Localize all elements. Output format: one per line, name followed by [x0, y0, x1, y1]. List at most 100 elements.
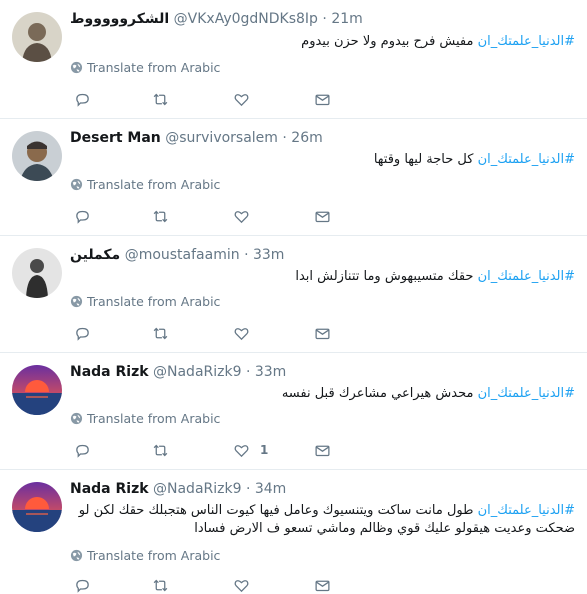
envelope-icon — [315, 328, 330, 339]
envelope-icon — [315, 94, 330, 105]
tweet[interactable]: مكملين @moustafaamin · 33m #الدنيا_علمتك… — [0, 236, 587, 353]
timestamp[interactable]: 21m — [331, 11, 362, 27]
message-button[interactable] — [314, 207, 331, 225]
avatar[interactable] — [12, 482, 62, 532]
message-button[interactable] — [314, 324, 331, 342]
avatar[interactable] — [12, 131, 62, 181]
heart-icon — [234, 93, 249, 106]
translate-label: Translate from Arabic — [87, 548, 221, 563]
separator-dot: · — [282, 130, 287, 146]
tweet-text: #الدنيا_علمتك_ان طول مانت ساكت ويتنسيوك … — [70, 502, 575, 538]
tweet-actions: 1 — [74, 441, 344, 459]
timestamp[interactable]: 33m — [253, 247, 284, 263]
tweet-body: محدش هيراعي مشاعرك قبل نفسه — [281, 386, 478, 401]
reply-button[interactable] — [74, 324, 91, 342]
avatar[interactable] — [12, 12, 62, 62]
tweet[interactable]: Desert Man @survivorsalem · 26m #الدنيا_… — [0, 119, 587, 236]
envelope-icon — [315, 211, 330, 222]
tweet-actions — [74, 207, 344, 225]
tweet[interactable]: الشكروووووط @VKxAy0gdNDKs8Ip · 21m #الدن… — [0, 0, 587, 119]
message-button[interactable] — [314, 90, 331, 108]
retweet-icon — [153, 93, 168, 105]
user-handle[interactable]: @survivorsalem — [165, 130, 278, 146]
retweet-icon — [153, 327, 168, 339]
tweet-body: حقك متسيبهوش وما تتنازلش ابدا — [295, 269, 478, 284]
timestamp[interactable]: 26m — [291, 130, 322, 146]
user-handle[interactable]: @NadaRizk9 — [153, 481, 242, 497]
globe-icon — [70, 61, 83, 74]
like-button[interactable] — [233, 324, 260, 342]
tweet-feed: الشكروووووط @VKxAy0gdNDKs8Ip · 21m #الدن… — [0, 0, 587, 593]
retweet-button[interactable] — [152, 90, 169, 108]
translate-label: Translate from Arabic — [87, 411, 221, 426]
timestamp[interactable]: 33m — [255, 364, 286, 380]
tweet-header: الشكروووووط @VKxAy0gdNDKs8Ip · 21m — [70, 9, 577, 29]
hashtag-link[interactable]: #الدنيا_علمتك_ان — [478, 152, 575, 167]
display-name[interactable]: Nada Rizk — [70, 364, 149, 380]
retweet-button[interactable] — [152, 207, 169, 225]
tweet-body: كل حاجة ليها وقتها — [373, 152, 478, 167]
tweet-header: مكملين @moustafaamin · 33m — [70, 245, 577, 265]
tweet-header: Nada Rizk @NadaRizk9 · 33m — [70, 362, 577, 382]
translate-link[interactable]: Translate from Arabic — [70, 60, 220, 76]
separator-dot: · — [322, 11, 327, 27]
message-button[interactable] — [314, 441, 331, 459]
display-name[interactable]: Nada Rizk — [70, 481, 149, 497]
separator-dot: · — [245, 364, 251, 380]
hashtag-link[interactable]: #الدنيا_علمتك_ان — [478, 34, 575, 49]
retweet-button[interactable] — [152, 576, 169, 594]
hashtag-link[interactable]: #الدنيا_علمتك_ان — [478, 269, 575, 284]
retweet-icon — [153, 579, 168, 591]
like-button[interactable]: 1 — [233, 441, 268, 459]
translate-link[interactable]: Translate from Arabic — [70, 177, 220, 193]
translate-label: Translate from Arabic — [87, 177, 221, 192]
tweet[interactable]: Nada Rizk @NadaRizk9 · 34m #الدنيا_علمتك… — [0, 470, 587, 593]
display-name[interactable]: مكملين — [70, 247, 120, 263]
tweet-actions — [74, 324, 344, 342]
like-button[interactable] — [233, 90, 260, 108]
reply-button[interactable] — [74, 90, 91, 108]
retweet-button[interactable] — [152, 324, 169, 342]
user-handle[interactable]: @NadaRizk9 — [153, 364, 242, 380]
display-name[interactable]: الشكروووووط — [70, 11, 169, 27]
globe-icon — [70, 178, 83, 191]
heart-icon — [234, 444, 249, 457]
translate-link[interactable]: Translate from Arabic — [70, 548, 220, 564]
tweet-actions — [74, 576, 344, 594]
retweet-icon — [153, 444, 168, 456]
tweet[interactable]: Nada Rizk @NadaRizk9 · 33m #الدنيا_علمتك… — [0, 353, 587, 470]
reply-icon — [76, 444, 89, 458]
hashtag-link[interactable]: #الدنيا_علمتك_ان — [478, 386, 575, 401]
tweet-text: #الدنيا_علمتك_ان مفيش فرح بيدوم ولا حزن … — [70, 33, 575, 51]
like-button[interactable] — [233, 576, 260, 594]
translate-label: Translate from Arabic — [87, 60, 221, 75]
avatar[interactable] — [12, 365, 62, 415]
display-name[interactable]: Desert Man — [70, 130, 161, 146]
retweet-icon — [153, 210, 168, 222]
like-count: 1 — [260, 443, 269, 457]
envelope-icon — [315, 580, 330, 591]
avatar[interactable] — [12, 248, 62, 298]
retweet-button[interactable] — [152, 441, 169, 459]
reply-icon — [76, 327, 89, 341]
globe-icon — [70, 295, 83, 308]
reply-button[interactable] — [74, 207, 91, 225]
translate-link[interactable]: Translate from Arabic — [70, 294, 220, 310]
globe-icon — [70, 412, 83, 425]
message-button[interactable] — [314, 576, 331, 594]
user-handle[interactable]: @moustafaamin — [125, 247, 240, 263]
like-button[interactable] — [233, 207, 260, 225]
heart-icon — [234, 579, 249, 592]
translate-link[interactable]: Translate from Arabic — [70, 411, 220, 427]
translate-label: Translate from Arabic — [87, 294, 221, 309]
globe-icon — [70, 549, 83, 562]
reply-button[interactable] — [74, 576, 91, 594]
reply-button[interactable] — [74, 441, 91, 459]
user-handle[interactable]: @VKxAy0gdNDKs8Ip — [174, 11, 318, 27]
envelope-icon — [315, 445, 330, 456]
separator-dot: · — [244, 247, 249, 263]
hashtag-link[interactable]: #الدنيا_علمتك_ان — [478, 503, 575, 518]
heart-icon — [234, 327, 249, 340]
heart-icon — [234, 210, 249, 223]
timestamp[interactable]: 34m — [255, 481, 286, 497]
